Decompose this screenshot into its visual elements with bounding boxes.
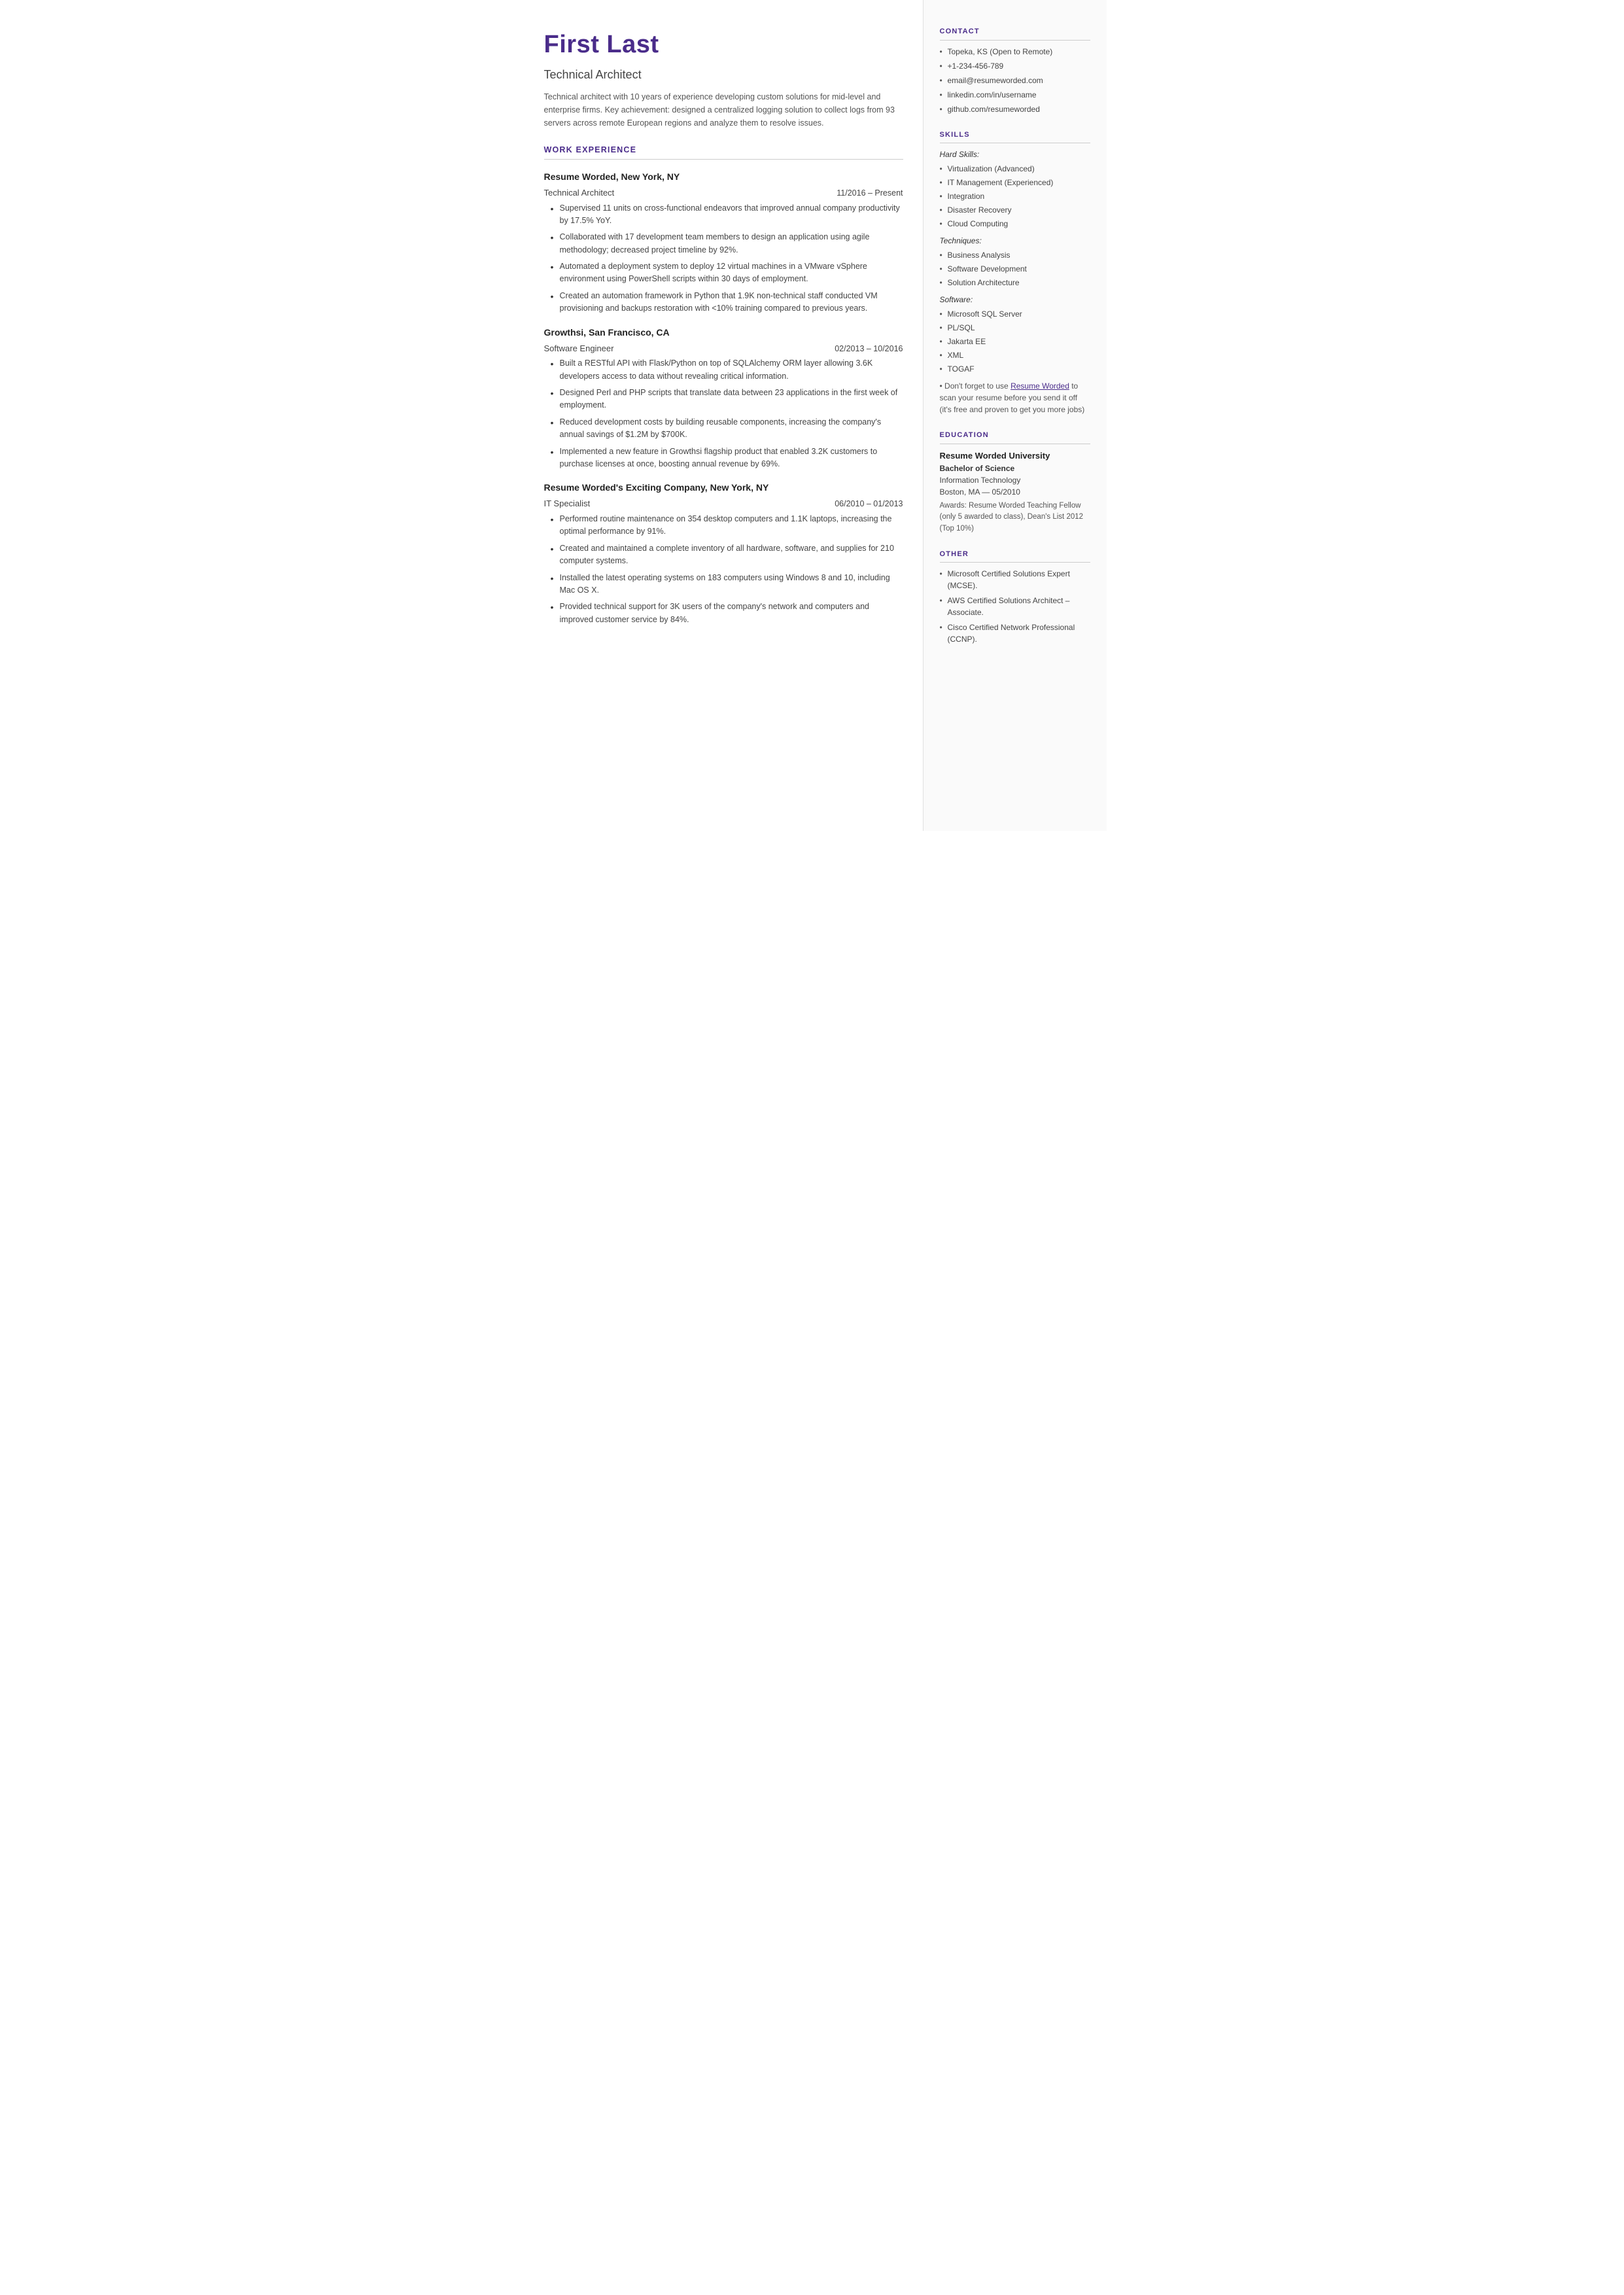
education-heading: EDUCATION [940, 430, 1090, 444]
job-1-header: Resume Worded, New York, NY Technical Ar… [544, 170, 903, 200]
job-3-role: IT Specialist [544, 497, 591, 510]
skill-virtualization: Virtualization (Advanced) [940, 163, 1090, 175]
job-2-header: Growthsi, San Francisco, CA Software Eng… [544, 326, 903, 355]
candidate-title: Technical Architect [544, 66, 903, 84]
skill-solution-architecture: Solution Architecture [940, 277, 1090, 289]
job-2-bullets: Built a RESTful API with Flask/Python on… [544, 357, 903, 470]
skill-sql-server: Microsoft SQL Server [940, 308, 1090, 320]
job-2-bullet-3: Reduced development costs by building re… [551, 416, 903, 442]
contact-heading: CONTACT [940, 26, 1090, 41]
other-heading: OTHER [940, 549, 1090, 563]
other-section: OTHER Microsoft Certified Solutions Expe… [940, 549, 1090, 646]
job-2-role-row: Software Engineer 02/2013 – 10/2016 [544, 342, 903, 355]
job-2-dates: 02/2013 – 10/2016 [835, 343, 903, 355]
contact-list: Topeka, KS (Open to Remote) +1-234-456-7… [940, 46, 1090, 115]
job-1-bullet-1: Supervised 11 units on cross-functional … [551, 202, 903, 228]
skills-section: SKILLS Hard Skills: Virtualization (Adva… [940, 130, 1090, 416]
promo-text: • Don't forget to use Resume Worded to s… [940, 380, 1090, 415]
candidate-name: First Last [544, 26, 903, 63]
edu-awards: Awards: Resume Worded Teaching Fellow (o… [940, 500, 1090, 534]
skill-software-development: Software Development [940, 263, 1090, 275]
job-2-bullet-1: Built a RESTful API with Flask/Python on… [551, 357, 903, 383]
skill-jakarta: Jakarta EE [940, 336, 1090, 347]
edu-field: Information Technology [940, 474, 1090, 486]
job-2-row: Growthsi, San Francisco, CA [544, 326, 903, 340]
job-1-bullet-3: Automated a deployment system to deploy … [551, 260, 903, 286]
edu-location: Boston, MA — 05/2010 [940, 486, 1090, 498]
job-3-dates: 06/2010 – 01/2013 [835, 498, 903, 510]
edu-school: Resume Worded University [940, 449, 1090, 463]
job-2-bullet-4: Implemented a new feature in Growthsi fl… [551, 446, 903, 471]
job-1-bullet-4: Created an automation framework in Pytho… [551, 290, 903, 315]
job-3-company: Resume Worded's Exciting Company, New Yo… [544, 481, 769, 495]
job-1-dates: 11/2016 – Present [837, 187, 903, 200]
contact-linkedin: linkedin.com/in/username [940, 89, 1090, 101]
techniques-label: Techniques: [940, 235, 1090, 247]
job-1-bullets: Supervised 11 units on cross-functional … [544, 202, 903, 315]
job-3-bullet-1: Performed routine maintenance on 354 des… [551, 513, 903, 538]
contact-email: email@resumeworded.com [940, 75, 1090, 86]
other-mcse: Microsoft Certified Solutions Expert (MC… [940, 568, 1090, 591]
software-list: Microsoft SQL Server PL/SQL Jakarta EE X… [940, 308, 1090, 375]
job-2-role: Software Engineer [544, 342, 614, 355]
job-3-bullet-2: Created and maintained a complete invent… [551, 542, 903, 568]
job-3-header: Resume Worded's Exciting Company, New Yo… [544, 481, 903, 510]
resume-page: First Last Technical Architect Technical… [518, 0, 1107, 831]
job-3-row: Resume Worded's Exciting Company, New Yo… [544, 481, 903, 495]
job-3-role-row: IT Specialist 06/2010 – 01/2013 [544, 497, 903, 510]
left-column: First Last Technical Architect Technical… [518, 0, 924, 831]
candidate-summary: Technical architect with 10 years of exp… [544, 90, 903, 130]
contact-phone: +1-234-456-789 [940, 60, 1090, 72]
job-2-company: Growthsi, San Francisco, CA [544, 326, 670, 340]
skills-heading: SKILLS [940, 130, 1090, 144]
edu-degree: Bachelor of Science [940, 463, 1090, 474]
software-label: Software: [940, 294, 1090, 306]
job-1-row: Resume Worded, New York, NY [544, 170, 903, 184]
promo-link[interactable]: Resume Worded [1011, 381, 1069, 391]
job-1-bullet-2: Collaborated with 17 development team me… [551, 231, 903, 256]
job-3-bullet-4: Provided technical support for 3K users … [551, 601, 903, 626]
skill-plsql: PL/SQL [940, 322, 1090, 334]
other-cisco: Cisco Certified Network Professional (CC… [940, 622, 1090, 645]
job-1-company: Resume Worded, New York, NY [544, 170, 680, 184]
hard-skills-label: Hard Skills: [940, 149, 1090, 160]
job-3-bullets: Performed routine maintenance on 354 des… [544, 513, 903, 626]
skill-it-management: IT Management (Experienced) [940, 177, 1090, 188]
job-1-role-row: Technical Architect 11/2016 – Present [544, 186, 903, 200]
contact-section: CONTACT Topeka, KS (Open to Remote) +1-2… [940, 26, 1090, 115]
contact-location: Topeka, KS (Open to Remote) [940, 46, 1090, 58]
contact-github: github.com/resumeworded [940, 103, 1090, 115]
skill-disaster-recovery: Disaster Recovery [940, 204, 1090, 216]
skill-togaf: TOGAF [940, 363, 1090, 375]
right-column: CONTACT Topeka, KS (Open to Remote) +1-2… [924, 0, 1107, 831]
hard-skills-list: Virtualization (Advanced) IT Management … [940, 163, 1090, 230]
techniques-list: Business Analysis Software Development S… [940, 249, 1090, 289]
education-section: EDUCATION Resume Worded University Bache… [940, 430, 1090, 534]
skill-integration: Integration [940, 190, 1090, 202]
job-2-bullet-2: Designed Perl and PHP scripts that trans… [551, 387, 903, 412]
skill-xml: XML [940, 349, 1090, 361]
job-3-bullet-3: Installed the latest operating systems o… [551, 572, 903, 597]
skill-cloud-computing: Cloud Computing [940, 218, 1090, 230]
other-list: Microsoft Certified Solutions Expert (MC… [940, 568, 1090, 645]
other-aws: AWS Certified Solutions Architect – Asso… [940, 595, 1090, 618]
job-1-role: Technical Architect [544, 186, 615, 200]
skill-business-analysis: Business Analysis [940, 249, 1090, 261]
work-experience-heading: WORK EXPERIENCE [544, 144, 903, 160]
